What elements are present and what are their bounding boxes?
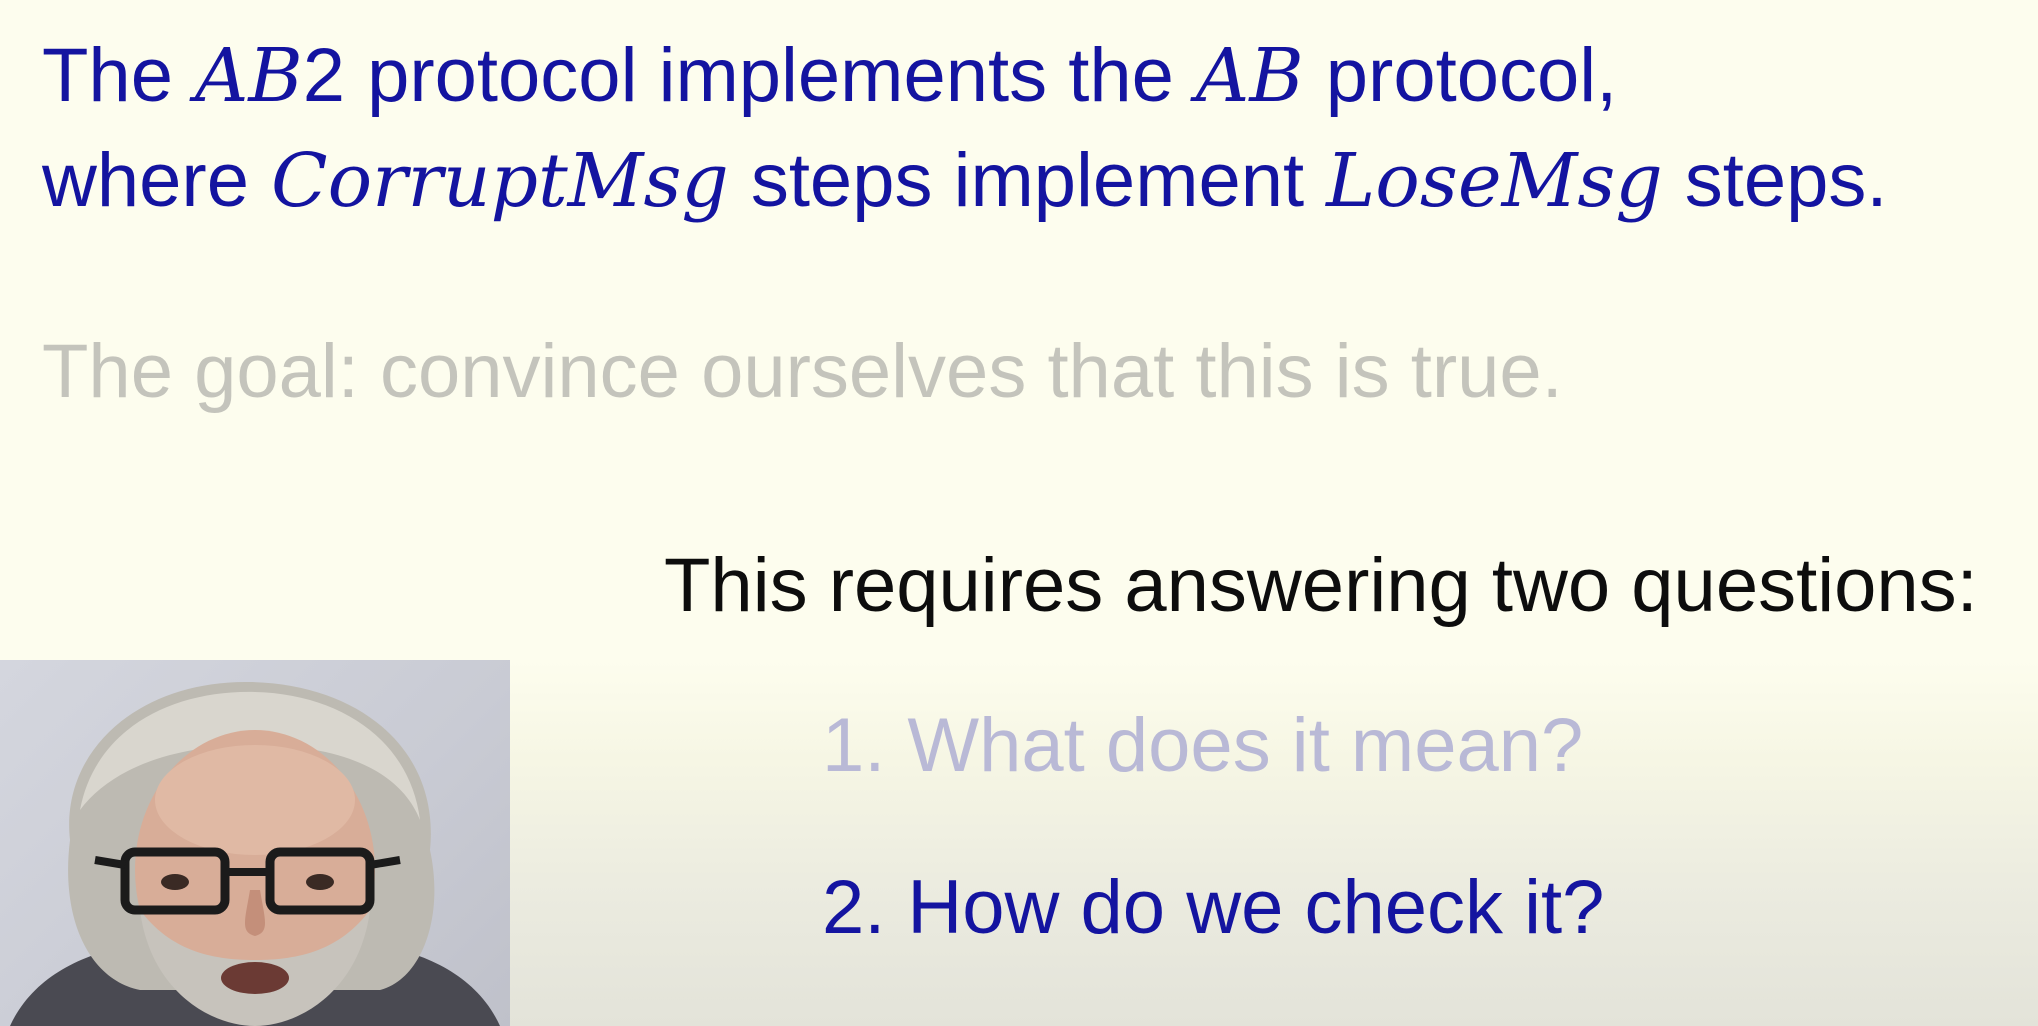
text-two: 2 xyxy=(302,33,346,118)
math-losemsg: LoseMsg xyxy=(1326,138,1663,224)
text-where: where xyxy=(42,138,249,223)
slide: The AB2 protocol implements the AB protocol,… xyxy=(0,0,2038,1026)
slide-line-1: The AB2 protocol implements the AB protocol, xyxy=(42,38,1617,114)
presenter-video-icon xyxy=(10,681,500,1026)
presenter-video xyxy=(0,660,510,1026)
text-protocol-implements: protocol implements the xyxy=(367,33,1174,118)
question-1-text: What does it mean? xyxy=(907,703,1584,788)
requires-text: This requires answering two questions: xyxy=(664,543,1978,628)
math-corruptmsg: CorruptMsg xyxy=(271,138,729,224)
slide-line-2: where CorruptMsg steps implement LoseMsg ste… xyxy=(42,143,1888,219)
question-2-text: How do we check it? xyxy=(907,865,1605,950)
question-1: 1. What does it mean? xyxy=(822,708,1583,784)
math-ab: AB xyxy=(194,33,303,119)
question-2-number: 2. xyxy=(822,865,886,950)
text-protocol: protocol, xyxy=(1325,33,1618,118)
text-the: The xyxy=(42,33,173,118)
text-steps-implement: steps implement xyxy=(750,138,1305,223)
question-1-number: 1. xyxy=(822,703,886,788)
question-2: 2. How do we check it? xyxy=(822,870,1604,946)
goal-text: The goal: convince ourselves that this i… xyxy=(42,329,1563,414)
math-ab-second: AB xyxy=(1195,33,1304,119)
text-steps: steps. xyxy=(1684,138,1888,223)
